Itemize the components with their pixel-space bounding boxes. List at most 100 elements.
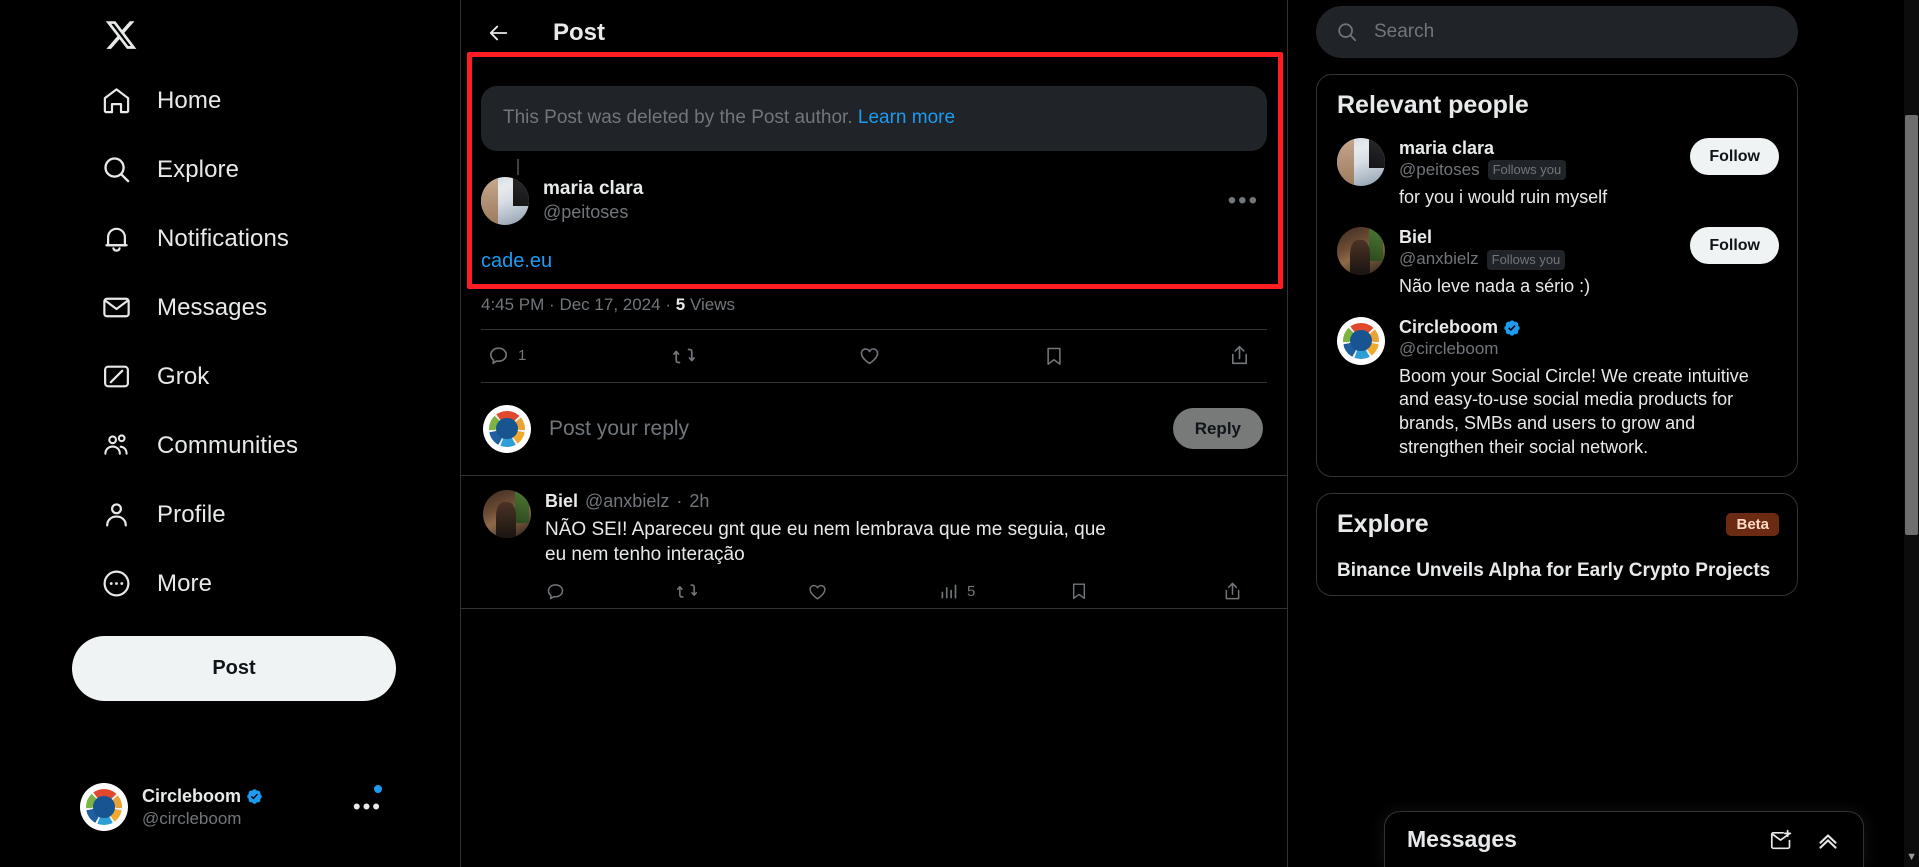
follow-button[interactable]: Follow bbox=[1690, 227, 1779, 265]
new-message-icon[interactable] bbox=[1769, 828, 1793, 852]
scroll-down-arrow-icon[interactable]: ▼ bbox=[1906, 851, 1917, 863]
retweet-action[interactable] bbox=[676, 580, 807, 602]
person-top: Circleboom @circleboom bbox=[1399, 317, 1779, 360]
reply-button[interactable]: Reply bbox=[1172, 408, 1263, 450]
post-detail-column: Post This Post was deleted by the Post a… bbox=[460, 0, 1351, 867]
messages-dock-title: Messages bbox=[1407, 826, 1517, 852]
sidebar-item-communities[interactable]: Communities bbox=[88, 411, 316, 480]
verified-badge-icon bbox=[1503, 319, 1521, 337]
sidebar-item-more[interactable]: More bbox=[88, 549, 230, 618]
list-item[interactable]: Binance Unveils Alpha for Early Crypto P… bbox=[1317, 545, 1797, 590]
chevron-up-icon[interactable] bbox=[1815, 827, 1841, 853]
list-item[interactable]: Circleboom @circleboom Boom your Social … bbox=[1317, 309, 1797, 470]
like-action[interactable] bbox=[807, 581, 938, 602]
person-handle[interactable]: @circleboom bbox=[1399, 339, 1498, 360]
sidebar-item-profile[interactable]: Profile bbox=[88, 480, 244, 549]
avatar[interactable] bbox=[1337, 138, 1385, 186]
ellipsis-icon[interactable]: ••• bbox=[353, 796, 382, 818]
views-count: 5 bbox=[967, 582, 976, 600]
verified-badge-icon bbox=[246, 788, 263, 805]
reply-action[interactable] bbox=[545, 581, 676, 602]
retweet-action[interactable] bbox=[672, 344, 857, 368]
reply-author-name[interactable]: Biel bbox=[545, 491, 578, 512]
like-icon bbox=[858, 344, 881, 367]
bookmark-icon bbox=[1043, 345, 1065, 367]
reply-action[interactable]: 1 bbox=[487, 344, 672, 367]
back-button[interactable] bbox=[479, 13, 519, 53]
post-link[interactable]: cade.eu bbox=[481, 250, 552, 272]
reply-icon bbox=[545, 581, 566, 602]
sidebar-item-label: Messages bbox=[157, 293, 268, 321]
sidebar-item-label: More bbox=[157, 569, 213, 597]
search-input[interactable] bbox=[1374, 21, 1778, 43]
reply-author-handle[interactable]: @anxbielz bbox=[585, 491, 669, 512]
account-switcher[interactable]: Circleboom @circleboom ••• bbox=[66, 771, 396, 843]
person-name[interactable]: maria clara bbox=[1399, 138, 1494, 160]
account-handle: @circleboom bbox=[142, 808, 242, 828]
follow-button[interactable]: Follow bbox=[1690, 138, 1779, 175]
person-handle[interactable]: @anxbielz bbox=[1399, 249, 1479, 270]
reply-input-placeholder[interactable]: Post your reply bbox=[549, 417, 1155, 441]
post-author-name[interactable]: maria clara bbox=[543, 177, 643, 202]
author-meta: maria clara @peitoses bbox=[543, 177, 643, 225]
person-handle[interactable]: @peitoses bbox=[1399, 160, 1480, 181]
bookmark-action[interactable] bbox=[1043, 345, 1228, 367]
share-action[interactable] bbox=[1228, 344, 1261, 367]
list-item[interactable]: maria clara @peitoses Follows you Follow… bbox=[1317, 130, 1797, 219]
person-bio: for you i would ruin myself bbox=[1399, 186, 1608, 207]
avatar[interactable] bbox=[1337, 227, 1385, 276]
x-logo-icon[interactable] bbox=[92, 6, 150, 64]
sidebar-item-explore[interactable]: Explore bbox=[88, 135, 257, 204]
search-icon bbox=[1336, 21, 1358, 43]
avatar[interactable] bbox=[483, 489, 531, 538]
learn-more-link[interactable]: Learn more bbox=[858, 107, 955, 128]
sidebar-item-messages[interactable]: Messages bbox=[88, 273, 285, 342]
meta-separator-1: · bbox=[549, 294, 555, 314]
search-icon bbox=[100, 153, 133, 186]
views-icon bbox=[938, 581, 959, 602]
account-name: Circleboom bbox=[142, 786, 242, 807]
panel-title: Relevant people bbox=[1337, 91, 1529, 119]
messages-dock[interactable]: Messages bbox=[1384, 811, 1864, 867]
sidebar-item-label: Profile bbox=[157, 500, 226, 528]
list-item[interactable]: Biel @anxbielz Follows you Follow Não le… bbox=[1317, 219, 1797, 308]
share-icon bbox=[1228, 344, 1251, 367]
person-main: Biel @anxbielz Follows you Follow Não le… bbox=[1399, 227, 1779, 298]
share-icon bbox=[1222, 581, 1243, 602]
views-action[interactable]: 5 bbox=[938, 581, 1069, 602]
post-action-bar: 1 bbox=[481, 328, 1267, 383]
post-button[interactable]: Post bbox=[72, 636, 396, 701]
bookmark-action[interactable] bbox=[1069, 581, 1200, 601]
reply-text: NÃO SEI! Apareceu gnt que eu nem lembrav… bbox=[545, 518, 1106, 566]
x-app-window: Home Explore Notifications Messages Grok… bbox=[0, 0, 1919, 867]
person-bio: Boom your Social Circle! We create intui… bbox=[1399, 365, 1749, 457]
avatar[interactable] bbox=[1337, 316, 1385, 365]
reply-timestamp: 2h bbox=[689, 491, 710, 512]
like-action[interactable] bbox=[858, 344, 1043, 367]
sidebar-item-label: Notifications bbox=[157, 224, 290, 252]
scrollbar-thumb[interactable] bbox=[1905, 115, 1918, 535]
ellipsis-icon[interactable]: ••• bbox=[1228, 188, 1267, 213]
explore-panel: Explore Beta Binance Unveils Alpha for E… bbox=[1316, 492, 1798, 597]
search-bar[interactable] bbox=[1316, 6, 1798, 58]
sidebar-item-home[interactable]: Home bbox=[88, 66, 239, 135]
post-time: 4:45 PM bbox=[481, 294, 545, 314]
page-scrollbar[interactable]: ▼ bbox=[1904, 0, 1919, 867]
reply-composer[interactable]: Post your reply Reply bbox=[461, 383, 1287, 476]
sidebar-item-grok[interactable]: Grok bbox=[88, 342, 227, 411]
person-name[interactable]: Biel bbox=[1399, 227, 1432, 249]
post-views-label: Views bbox=[689, 294, 735, 314]
retweet-icon bbox=[676, 580, 698, 602]
post-author-handle[interactable]: @peitoses bbox=[543, 201, 643, 224]
dock-icons bbox=[1769, 827, 1841, 853]
person-name[interactable]: Circleboom bbox=[1399, 317, 1498, 339]
avatar[interactable] bbox=[481, 176, 529, 225]
list-item[interactable]: Biel @anxbielz · 2h ••• NÃO SEI! Aparece… bbox=[461, 476, 1351, 610]
reply-separator: · bbox=[676, 491, 683, 512]
person-names: Biel @anxbielz Follows you bbox=[1399, 227, 1690, 270]
people-icon bbox=[100, 429, 133, 462]
sidebar-item-notifications[interactable]: Notifications bbox=[88, 204, 307, 273]
nav-list: Home Explore Notifications Messages Grok… bbox=[88, 66, 460, 618]
deleted-notice-text: This Post was deleted by the Post author… bbox=[503, 107, 853, 128]
account-meta: Circleboom @circleboom bbox=[142, 785, 263, 829]
